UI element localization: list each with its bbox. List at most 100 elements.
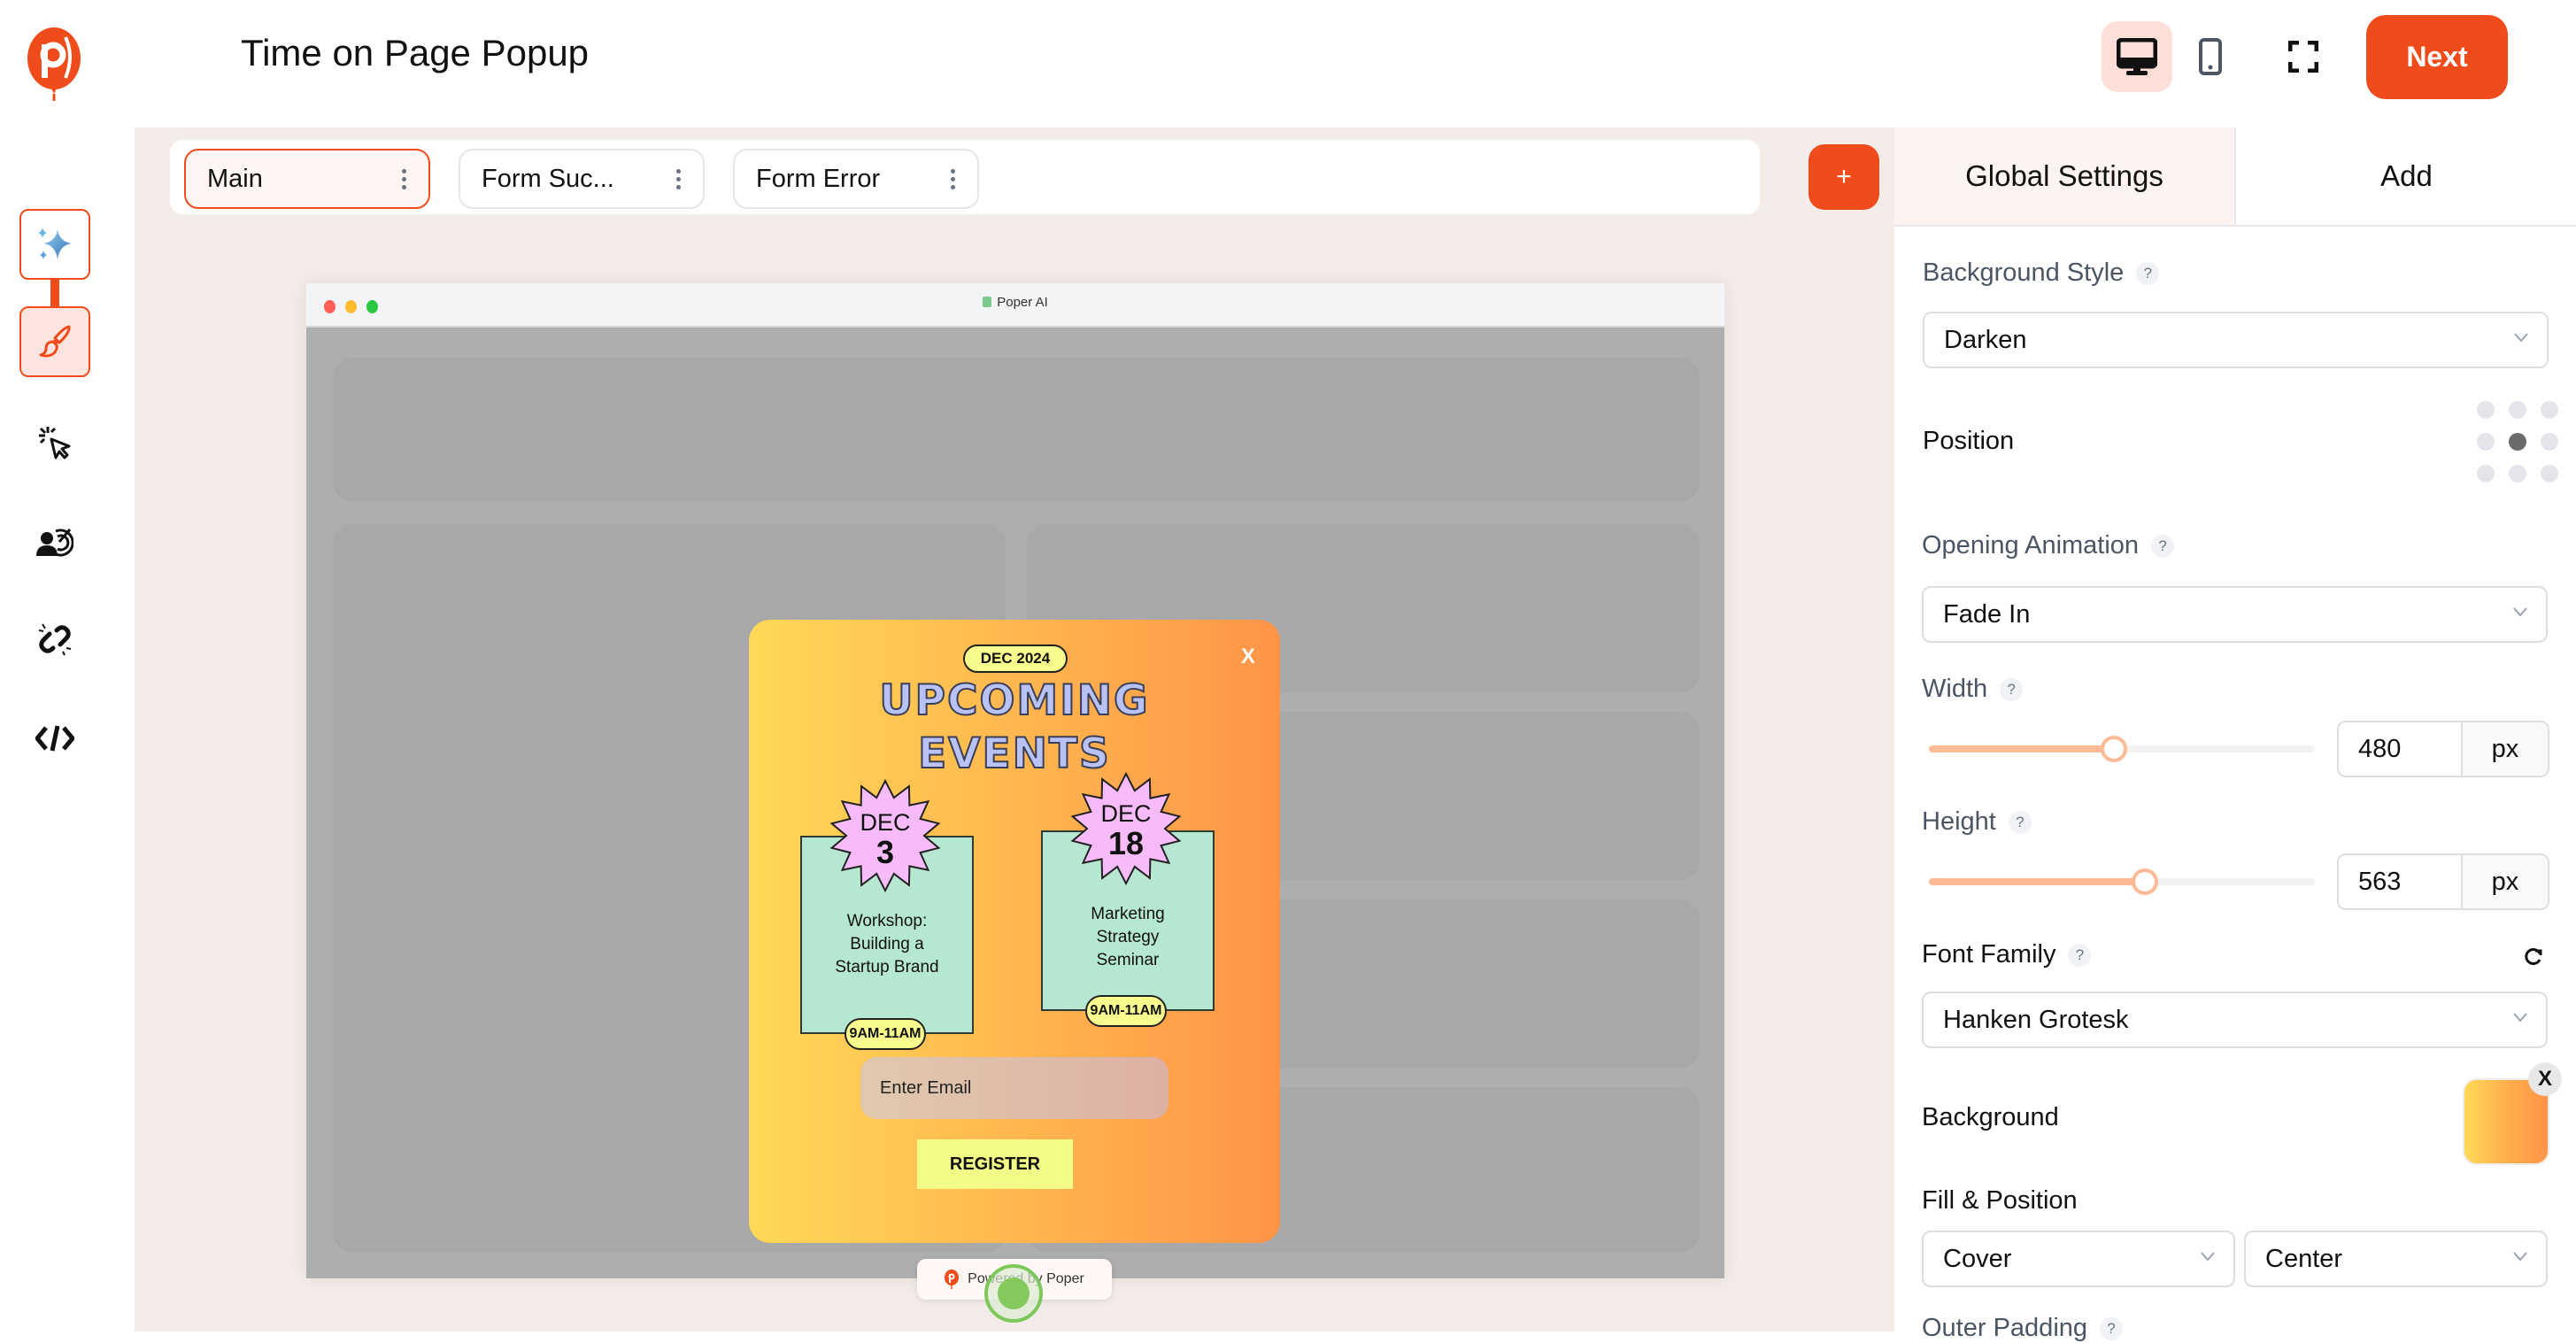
height-unit: px [2461,855,2548,908]
tab-label: Form Error [756,164,881,193]
tab-label: Form Suc... [482,164,614,193]
page-tabs-bar: Main Form Suc... Form Error [170,140,1760,214]
help-icon[interactable]: ? [2000,677,2024,701]
help-icon[interactable]: ? [2100,1316,2124,1340]
position-top-center[interactable] [2509,401,2526,419]
left-sidebar [0,127,135,1331]
sidebar-item-design[interactable] [19,306,90,377]
sidebar-item-triggers[interactable] [19,407,90,478]
height-value-field[interactable] [2339,855,2461,908]
slider-fill [1929,745,2115,753]
mobile-icon [2199,38,2222,75]
chevron-down-icon [2513,1013,2527,1023]
height-label: Height? [1922,807,2032,837]
top-bar: Time on Page Popup Next [0,0,2576,127]
kebab-menu-icon[interactable] [675,168,682,189]
browser-url: Poper AI [306,295,1724,310]
position-grid[interactable] [2477,401,2558,482]
fullscreen-icon [2288,41,2318,73]
reset-icon[interactable] [2523,946,2544,967]
tab-label: Main [207,164,263,193]
headline-line-2: EVENTS [917,729,1111,779]
url-label: Poper AI [997,295,1048,310]
background-label: Background [1922,1103,2059,1131]
kebab-menu-icon[interactable] [949,168,956,189]
sidebar-item-ai[interactable] [19,209,90,280]
tab-main[interactable]: Main [184,149,430,209]
help-icon[interactable]: ? [2136,261,2160,285]
tab-global-settings[interactable]: Global Settings [1894,127,2236,227]
popup-preview[interactable]: DEC 2024 X UPCOMING EVENTS Workshop: Bui… [749,620,1280,1243]
position-bottom-right[interactable] [2541,465,2558,482]
browser-title-bar: Poper AI [306,283,1724,328]
paintbrush-icon [39,325,71,358]
event-time-chip: 9AM-11AM [845,1018,926,1050]
poper-logo-icon [945,1270,960,1289]
position-bottom-left[interactable] [2477,465,2495,482]
fill-select[interactable]: Cover [1922,1231,2235,1287]
chevron-down-icon [2513,1252,2527,1262]
position-label: Position [1923,427,2015,455]
kebab-menu-icon[interactable] [400,168,407,189]
bg-position-select[interactable]: Center [2244,1231,2548,1287]
sidebar-item-integrations[interactable] [19,604,90,675]
help-icon[interactable]: ? [2068,943,2092,967]
audience-target-icon [36,529,73,557]
mobile-view-button[interactable] [2175,21,2246,92]
tab-add[interactable]: Add [2236,127,2576,227]
tab-form-success[interactable]: Form Suc... [459,149,705,209]
help-icon[interactable]: ? [2008,810,2032,834]
click-cursor-icon [39,427,71,459]
position-bottom-center[interactable] [2509,465,2526,482]
sidebar-item-targeting[interactable] [19,506,90,577]
event-title: Workshop: Building a Startup Brand [835,912,939,976]
poper-logo-icon[interactable] [27,27,81,103]
height-slider[interactable] [1929,868,2315,895]
sparkle-icon [38,228,72,259]
email-input[interactable] [860,1057,1168,1119]
sidebar-item-embed-code[interactable] [19,703,90,774]
help-icon[interactable]: ? [2151,534,2175,558]
tab-form-error[interactable]: Form Error [733,149,979,209]
popup-title: Time on Page Popup [241,32,590,73]
slider-thumb[interactable] [2132,868,2159,895]
add-page-button[interactable]: + [1809,144,1879,210]
background-style-select[interactable]: Darken [1923,312,2549,368]
placeholder-block [333,358,1700,501]
remove-background-icon[interactable]: X [2528,1062,2562,1096]
close-icon[interactable]: X [1241,644,1255,669]
font-family-select[interactable]: Hanken Grotesk [1922,992,2548,1048]
event-time-chip: 9AM-11AM [1085,995,1167,1027]
width-label: Width? [1922,675,2024,704]
headline-line-1: UPCOMING [878,675,1150,726]
date-starburst: DEC 3 [829,778,942,893]
height-input[interactable]: px [2337,853,2549,910]
chevron-down-icon [2514,333,2528,343]
font-family-label: Font Family? [1922,940,2092,969]
position-middle-center[interactable] [2509,433,2526,451]
position-middle-right[interactable] [2541,433,2558,451]
link-icon [38,623,72,656]
desktop-view-button[interactable] [2102,21,2172,92]
opening-animation-label: Opening Animation? [1922,531,2175,560]
slider-fill [1929,878,2146,885]
desktop-icon [2117,38,2157,75]
month-chip: DEC 2024 [963,644,1068,673]
opening-animation-select[interactable]: Fade In [1922,586,2548,643]
fill-position-label: Fill & Position [1922,1186,2078,1215]
outer-padding-label: Outer Padding? [1922,1314,2124,1343]
editor-canvas: Main Form Suc... Form Error + Poper AI D… [135,127,1893,1331]
width-value-field[interactable] [2339,722,2461,776]
next-button[interactable]: Next [2366,15,2508,99]
position-top-left[interactable] [2477,401,2495,419]
resize-drag-handle[interactable] [984,1264,1043,1323]
lock-icon [983,297,992,307]
width-input[interactable]: px [2337,721,2549,777]
event-title: Marketing Strategy Seminar [1091,905,1165,969]
code-icon [35,725,74,752]
position-middle-left[interactable] [2477,433,2495,451]
fullscreen-button[interactable] [2268,21,2339,92]
width-slider[interactable] [1929,736,2315,762]
register-button[interactable]: REGISTER [917,1139,1073,1189]
position-top-right[interactable] [2541,401,2558,419]
